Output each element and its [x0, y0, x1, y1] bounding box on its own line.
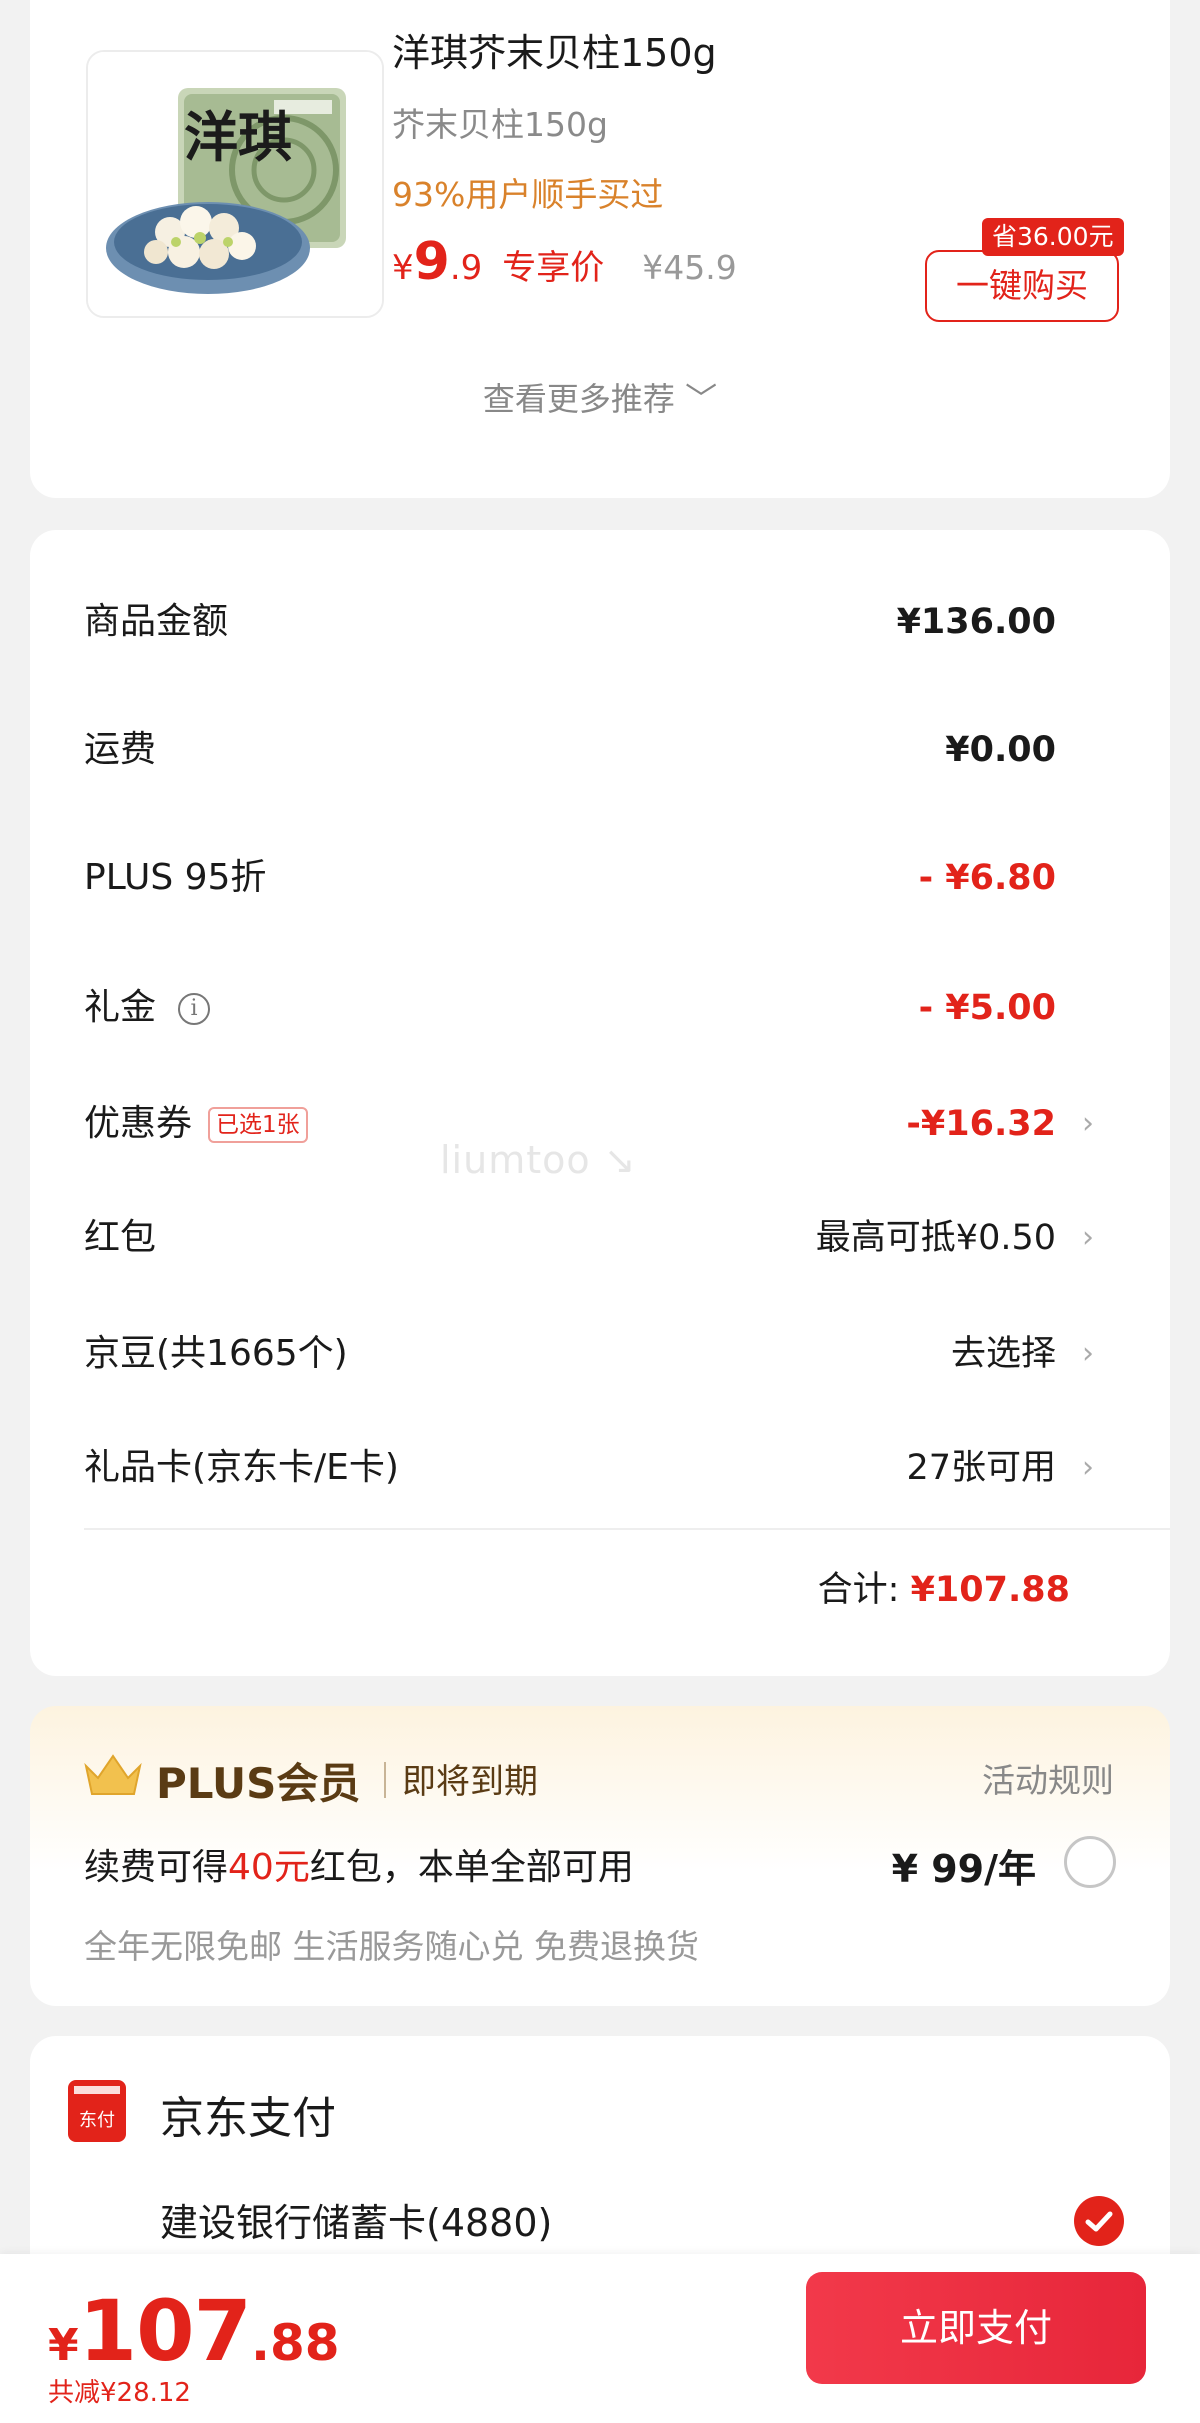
row-value: ¥136.00 [896, 602, 1056, 642]
desc-highlight: 40元 [228, 1847, 310, 1888]
plus-price: ¥ 99/年 [891, 1847, 1036, 1891]
row-label: PLUS 95折 [84, 857, 267, 898]
exclusive-price-label: 专享价 [502, 248, 605, 288]
info-icon[interactable]: i [178, 993, 211, 1025]
row-value: 去选择 [950, 1334, 1056, 1374]
chevron-right-icon: › [1082, 1106, 1094, 1141]
plus-benefits: 全年无限免邮 生活服务随心兑 免费退换货 [84, 1927, 699, 1966]
row-label: 礼品卡(京东卡/E卡) [84, 1447, 399, 1488]
row-value: - ¥5.00 [918, 988, 1056, 1028]
more-recommend-link[interactable]: 查看更多推荐 ﹀ [30, 374, 1170, 420]
amount-currency: ¥ [48, 2320, 79, 2371]
row-plus-discount: PLUS 95折 - ¥6.80 [84, 848, 1116, 908]
row-label-wrap: 优惠券 已选1张 [84, 1094, 308, 1154]
plus-title: PLUS会员 [156, 1759, 361, 1808]
payable-amount: ¥ 107 .88 [48, 2282, 340, 2380]
divider [384, 1762, 386, 1798]
product-title[interactable]: 洋琪芥末贝柱150g [392, 22, 717, 77]
row-value: 27张可用 [906, 1448, 1056, 1488]
chevron-right-icon: › [1082, 1450, 1094, 1485]
row-label: 京豆(共1665个) [84, 1333, 348, 1374]
product-buyers-note: 93%用户顺手买过 [392, 175, 664, 214]
row-label: 红包 [84, 1217, 157, 1258]
plus-renew-description: 续费可得40元红包，本单全部可用 [84, 1838, 634, 1890]
amount-integer: 107 [78, 2282, 252, 2380]
one-click-buy-button[interactable]: 一键购买 [925, 250, 1119, 322]
row-goods-amount: 商品金额 ¥136.00 [84, 592, 1116, 652]
row-label: 礼金 [84, 987, 157, 1028]
pay-icon-text: 东付 [79, 2110, 115, 2131]
watermark: liumtoo ↘ [440, 1138, 637, 1182]
row-label: 商品金额 [84, 601, 229, 642]
package-lettering: 洋琪 [184, 106, 292, 169]
original-price: ¥45.9 [642, 248, 737, 287]
row-gift-cash: 礼金 i - ¥5.00 [84, 978, 1116, 1038]
row-value: - ¥6.80 [918, 858, 1056, 898]
total-value: ¥107.88 [910, 1570, 1070, 1610]
price-currency: ¥ [392, 248, 414, 288]
price-decimal: .9 [449, 248, 483, 288]
row-gift-card[interactable]: 礼品卡(京东卡/E卡) 27张可用 › [84, 1438, 1116, 1498]
desc-prefix: 续费可得 [84, 1847, 229, 1888]
recommend-card: 洋琪 洋琪芥末贝柱150g 芥末贝柱150g 93%用户顺手买过 ¥ 9 .9 … [30, 0, 1170, 498]
total-label: 合计: [817, 1570, 900, 1610]
plus-select-radio[interactable] [1064, 1836, 1116, 1888]
desc-suffix: 红包，本单全部可用 [309, 1847, 634, 1888]
row-red-packet[interactable]: 红包 最高可抵¥0.50 › [84, 1208, 1116, 1268]
pay-now-button[interactable]: 立即支付 [806, 2272, 1146, 2384]
payment-method-title: 京东支付 [160, 2093, 336, 2144]
price-integer: 9 [413, 232, 450, 292]
row-value: -¥16.32 [906, 1104, 1056, 1144]
amount-decimal: .88 [250, 2314, 340, 2372]
order-summary-card: 商品金额 ¥136.00 运费 ¥0.00 PLUS 95折 - ¥6.80 礼… [30, 530, 1170, 1676]
row-shipping: 运费 ¥0.00 [84, 720, 1116, 780]
plus-membership-card: PLUS会员 即将到期 活动规则 续费可得40元红包，本单全部可用 ¥ 99/年… [30, 1706, 1170, 2006]
row-value: ¥0.00 [945, 730, 1056, 770]
product-spec: 芥末贝柱150g [392, 105, 608, 144]
row-label: 优惠券 [84, 1103, 193, 1144]
plus-status: 即将到期 [402, 1762, 538, 1802]
divider [84, 1528, 1170, 1530]
crown-icon [84, 1754, 142, 1795]
save-badge: 省36.00元 [982, 218, 1124, 256]
coupon-selected-tag: 已选1张 [208, 1107, 308, 1143]
row-label: 运费 [84, 729, 157, 770]
chevron-right-icon: › [1082, 1336, 1094, 1371]
chevron-right-icon: › [1082, 1220, 1094, 1255]
total-row: 合计: ¥107.88 [818, 1560, 1070, 1620]
total-saved: 共减¥28.12 [48, 2378, 191, 2408]
row-jd-beans[interactable]: 京豆(共1665个) 去选择 › [84, 1324, 1116, 1384]
product-image[interactable]: 洋琪 [86, 50, 384, 318]
bank-card-option[interactable]: 建设银行储蓄卡(4880) [160, 2192, 552, 2247]
activity-rules-link[interactable]: 活动规则 [982, 1754, 1114, 1802]
product-price: ¥ 9 .9 专享价 ¥45.9 [392, 232, 737, 302]
bottom-pay-bar: ¥ 107 .88 共减¥28.12 立即支付 [0, 2254, 1200, 2423]
jd-pay-icon: 东付 [68, 2080, 126, 2142]
row-value: 最高可抵¥0.50 [815, 1218, 1056, 1258]
row-label-wrap: 礼金 i [84, 978, 211, 1038]
check-icon[interactable] [1074, 2196, 1124, 2246]
